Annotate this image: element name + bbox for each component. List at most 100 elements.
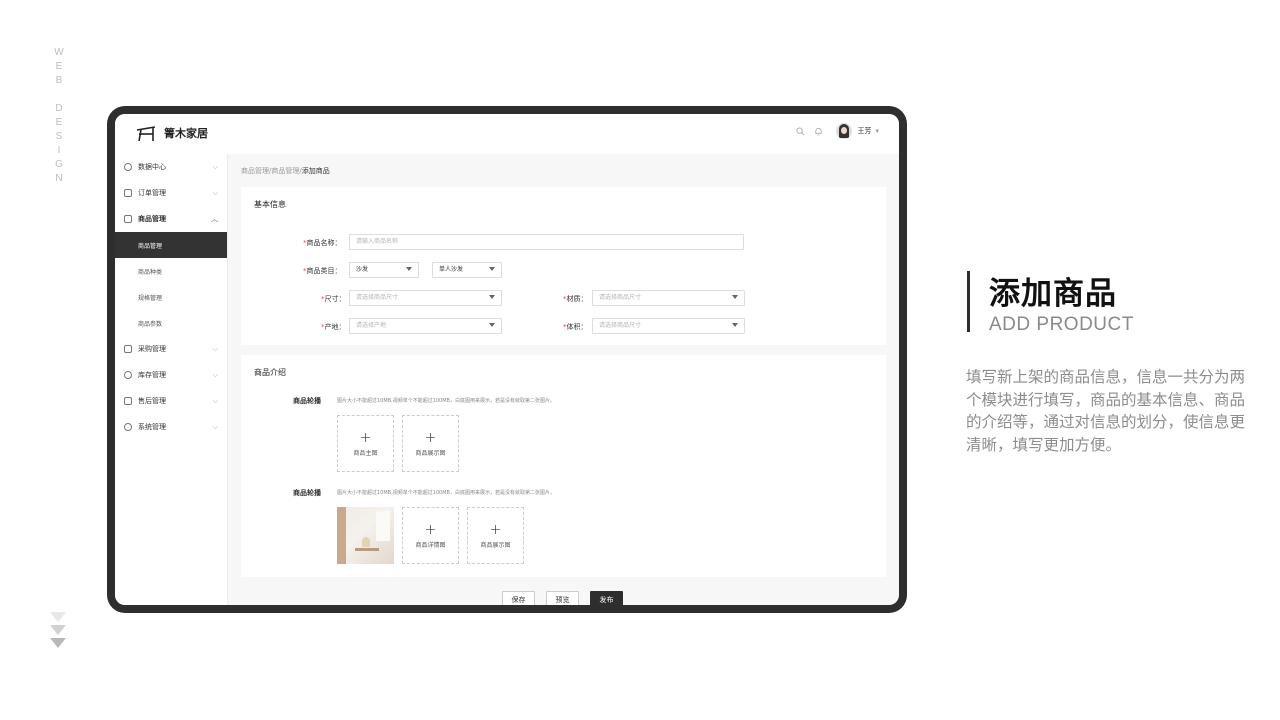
sidebar-subitem-product-category[interactable]: 商品种类 xyxy=(115,258,227,284)
page-description: 填写新上架的商品信息，信息一共分为两个模块进行填写，商品的基本信息、商品的介绍等… xyxy=(966,368,1246,454)
preview-button[interactable]: 预览 xyxy=(546,591,579,605)
triangle-icon xyxy=(50,625,66,635)
triangle-icon xyxy=(50,638,66,648)
search-icon[interactable] xyxy=(794,125,806,137)
size-select[interactable]: 请选择商品尺寸 xyxy=(349,290,502,306)
breadcrumb-link[interactable]: 商品管理 xyxy=(241,167,269,175)
upload-main-image[interactable]: + 商品主图 xyxy=(337,415,394,472)
chevron-down-icon: ⌵ xyxy=(212,162,218,171)
breadcrumb: 商品管理/商品管理/添加商品 xyxy=(241,166,330,176)
caret-down-icon xyxy=(489,295,495,299)
sidebar-item-label: 库存管理 xyxy=(138,371,166,379)
select-placeholder: 请选择商品尺寸 xyxy=(599,322,642,329)
material-select[interactable]: 请选择商品尺寸 xyxy=(592,290,745,306)
breadcrumb-current: 添加商品 xyxy=(301,167,330,175)
chevron-down-icon: ⌵ xyxy=(212,422,218,431)
upload-hint: 图片大小不能超过10MB,视频单个不能超过100MB，白底图用来展示，若是没有就… xyxy=(337,398,555,404)
plus-icon: + xyxy=(359,429,372,446)
plus-icon: + xyxy=(489,521,502,538)
top-bar: 箐木家居 王芳 ▾ xyxy=(115,114,899,154)
select-placeholder: 请选择产地 xyxy=(356,322,387,329)
sidebar-item-label: 商品管理 xyxy=(138,215,166,223)
decorative-triangles xyxy=(50,612,66,651)
basic-info-card: 基本信息 *商品名称： 请输入商品名称 *商品类目： 沙发 单人沙发 *尺寸： xyxy=(241,187,886,345)
chevron-up-icon: ︿ xyxy=(211,215,218,223)
bell-icon[interactable] xyxy=(812,125,824,137)
user-name[interactable]: 王芳 xyxy=(857,126,871,136)
category-label: *商品类目： xyxy=(303,266,342,276)
upload-hint: 图片大小不能超过10MB,视频单个不能超过100MB，白底图用来展示，若是没有就… xyxy=(337,490,555,496)
upload-detail-image[interactable]: + 商品详情图 xyxy=(402,507,459,564)
label-text: 产地： xyxy=(324,323,346,331)
product-name-input[interactable]: 请输入商品名称 xyxy=(349,234,744,250)
app-name: 箐木家居 xyxy=(164,127,208,140)
clock-icon xyxy=(124,163,132,171)
sidebar-item-system[interactable]: 系统管理 ⌵ xyxy=(115,414,227,440)
save-button[interactable]: 保存 xyxy=(502,591,535,605)
sidebar-item-label: 系统管理 xyxy=(138,423,166,431)
sidebar-item-after-sales[interactable]: 售后管理 ⌵ xyxy=(115,388,227,414)
upload-label: 商品主图 xyxy=(353,449,378,457)
title-accent-bar xyxy=(967,271,970,332)
uploaded-product-photo[interactable] xyxy=(337,507,394,564)
chevron-down-icon: ⌵ xyxy=(212,344,218,353)
side-letter: S xyxy=(55,131,63,142)
top-right-tools: 王芳 ▾ xyxy=(794,123,879,139)
sidebar-item-products[interactable]: 商品管理 ︿ xyxy=(115,206,227,232)
sidebar-subitem-spec-management[interactable]: 规格管理 xyxy=(115,284,227,310)
product-name-label: *商品名称： xyxy=(303,238,342,248)
section-title: 商品介绍 xyxy=(254,368,286,377)
side-letter: B xyxy=(55,75,63,86)
plus-icon: + xyxy=(424,429,437,446)
caret-down-icon xyxy=(732,323,738,327)
select-placeholder: 请选择商品尺寸 xyxy=(599,294,642,301)
page-subtitle: ADD PRODUCT xyxy=(989,314,1134,335)
sidebar-item-data-center[interactable]: 数据中心 ⌵ xyxy=(115,154,227,180)
breadcrumb-link[interactable]: 商品管理 xyxy=(271,167,299,175)
category-select-primary[interactable]: 沙发 xyxy=(349,262,419,278)
upload-display-image-2[interactable]: + 商品展示图 xyxy=(467,507,524,564)
side-letter: E xyxy=(55,61,63,72)
label-text: 体积： xyxy=(566,323,588,331)
plus-icon: + xyxy=(424,521,437,538)
sidebar-subitem-product-management[interactable]: 商品管理 xyxy=(115,232,227,258)
label-text: 商品名称： xyxy=(306,239,342,247)
product-intro-card: 商品介绍 商品轮播 图片大小不能超过10MB,视频单个不能超过100MB，白底图… xyxy=(241,355,886,577)
chair-logo-icon xyxy=(136,126,156,142)
select-placeholder: 请选择商品尺寸 xyxy=(356,294,399,301)
sidebar-item-inventory[interactable]: 库存管理 ⌵ xyxy=(115,362,227,388)
label-text: 商品类目： xyxy=(306,267,342,275)
cart-icon xyxy=(124,345,132,353)
upload-label: 商品展示图 xyxy=(480,541,511,549)
photo-wall xyxy=(337,507,346,564)
caret-down-icon xyxy=(732,295,738,299)
avatar[interactable] xyxy=(836,123,853,139)
side-letter: I xyxy=(57,145,61,156)
upload-display-image[interactable]: + 商品展示图 xyxy=(402,415,459,472)
volume-select[interactable]: 请选择商品尺寸 xyxy=(592,318,745,334)
sidebar: 数据中心 ⌵ 订单管理 ⌵ 商品管理 ︿ 商品管理 商品种类 规格管理 商品参数… xyxy=(115,154,228,605)
chevron-down-icon: ⌵ xyxy=(212,370,218,379)
box-icon xyxy=(124,215,132,223)
caret-down-icon xyxy=(489,323,495,327)
chevron-down-icon: ⌵ xyxy=(212,188,218,197)
sidebar-item-purchasing[interactable]: 采购管理 ⌵ xyxy=(115,336,227,362)
category-select-secondary[interactable]: 单人沙发 xyxy=(432,262,502,278)
upload-label: 商品展示图 xyxy=(415,449,446,457)
triangle-icon xyxy=(50,612,66,622)
carousel-label: 商品轮播 xyxy=(293,489,321,497)
side-vertical-text: W E B D E S I G N xyxy=(52,46,66,186)
origin-select[interactable]: 请选择产地 xyxy=(349,318,502,334)
logo[interactable]: 箐木家居 xyxy=(135,124,208,142)
publish-button[interactable]: 发布 xyxy=(590,591,623,605)
label-text: 材质： xyxy=(566,295,588,303)
sidebar-subitem-product-params[interactable]: 商品参数 xyxy=(115,310,227,336)
select-value: 沙发 xyxy=(356,266,369,273)
chevron-down-icon[interactable]: ▾ xyxy=(875,127,879,135)
sidebar-item-label: 售后管理 xyxy=(138,397,166,405)
chevron-down-icon: ⌵ xyxy=(212,396,218,405)
side-letter: W xyxy=(54,47,64,58)
tablet-frame: 箐木家居 王芳 ▾ 数据中心 ⌵ 订单管理 ⌵ 商品管理 ︿ 商品管理 商品种类… xyxy=(107,106,907,613)
sidebar-item-orders[interactable]: 订单管理 ⌵ xyxy=(115,180,227,206)
service-icon xyxy=(124,397,132,405)
